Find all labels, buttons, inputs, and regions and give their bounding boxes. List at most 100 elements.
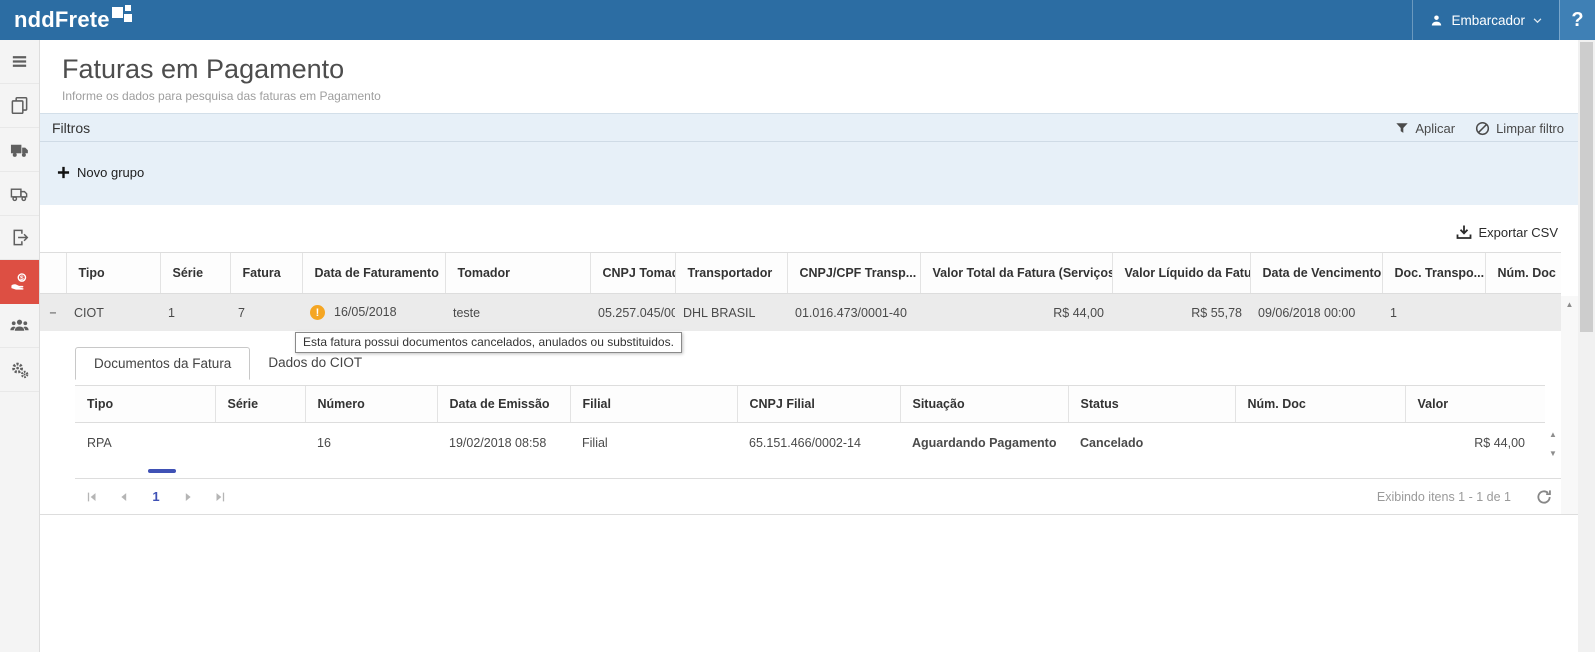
user-menu-button[interactable]: Embarcador: [1412, 0, 1559, 40]
gears-icon: [10, 360, 29, 379]
subcolumn-header-tipo[interactable]: Tipo: [75, 386, 215, 423]
subcell-situacao: Aguardando Pagamento: [900, 423, 1068, 464]
column-header-num-doc[interactable]: Núm. Doc: [1485, 253, 1561, 294]
subcolumn-header-status[interactable]: Status: [1068, 386, 1235, 423]
page-title: Faturas em Pagamento: [62, 53, 1578, 85]
column-header-valor-total[interactable]: Valor Total da Fatura (Serviços): [920, 253, 1112, 294]
plus-icon: [57, 166, 70, 179]
page-scrollbar-thumb[interactable]: [1580, 42, 1593, 332]
column-header-cnpj-cpf-transp[interactable]: CNPJ/CPF Transp...: [787, 253, 920, 294]
scroll-up-icon[interactable]: ▲: [1549, 430, 1557, 439]
cell-doc-transp: 1: [1382, 294, 1485, 332]
circle-slash-icon: [1475, 121, 1490, 136]
chevron-down-icon: [1532, 15, 1543, 26]
cell-tipo: CIOT: [66, 294, 160, 332]
svg-text:$: $: [20, 275, 24, 282]
sidebar-item-settings[interactable]: [0, 348, 39, 392]
subcell-tipo: RPA: [75, 423, 215, 464]
cell-serie: 1: [160, 294, 230, 332]
filters-panel: Filtros Aplicar Limpar filtr: [40, 113, 1578, 205]
subcolumn-header-filial[interactable]: Filial: [570, 386, 737, 423]
column-header-valor-liquido[interactable]: Valor Líquido da Fatura: [1112, 253, 1250, 294]
sidebar: $: [0, 40, 40, 652]
subgrid-horizontal-scrollbar[interactable]: [148, 469, 176, 473]
subcolumn-header-serie[interactable]: Série: [215, 386, 305, 423]
column-header-data-faturamento[interactable]: Data de Faturamento↑: [302, 253, 445, 294]
subcolumn-header-valor[interactable]: Valor: [1405, 386, 1545, 423]
help-button[interactable]: ?: [1559, 0, 1595, 40]
subcolumn-header-data-emissao[interactable]: Data de Emissão: [437, 386, 570, 423]
column-header-cnpj-tomador[interactable]: CNPJ Tomador: [590, 253, 675, 294]
sidebar-item-delivery-truck[interactable]: [0, 172, 39, 216]
cell-valor-liquido: R$ 55,78: [1112, 294, 1250, 332]
grid-vertical-scrollbar[interactable]: ▲: [1561, 296, 1578, 514]
row-detail-panel: Documentos da Fatura Dados do CIOT: [40, 331, 1578, 514]
documents-grid: Tipo Série Número Data de Emissão Filial…: [75, 385, 1561, 463]
subcell-serie: [215, 423, 305, 464]
subcolumn-header-num-doc[interactable]: Núm. Doc: [1235, 386, 1405, 423]
subgrid-vertical-scrollbar[interactable]: ▲ ▼: [1545, 425, 1561, 463]
export-csv-button[interactable]: Exportar CSV: [1456, 224, 1558, 240]
subcell-filial: Filial: [570, 423, 737, 464]
hamburger-menu-icon: [10, 52, 29, 71]
apply-filter-button[interactable]: Aplicar: [1395, 121, 1455, 136]
current-page-number[interactable]: 1: [143, 489, 169, 504]
sidebar-item-documents[interactable]: [0, 84, 39, 128]
first-page-button[interactable]: [79, 485, 105, 509]
document-row[interactable]: RPA 16 19/02/2018 08:58 Filial 65.151.46…: [75, 423, 1545, 464]
scroll-up-icon[interactable]: ▲: [1566, 300, 1574, 309]
subcolumn-header-numero[interactable]: Número: [305, 386, 437, 423]
main-content: Faturas em Pagamento Informe os dados pa…: [40, 40, 1595, 652]
column-header-transportador[interactable]: Transportador: [675, 253, 787, 294]
sidebar-item-menu[interactable]: [0, 40, 39, 84]
subcolumn-header-cnpj-filial[interactable]: CNPJ Filial: [737, 386, 900, 423]
column-header-tomador[interactable]: Tomador: [445, 253, 590, 294]
subcell-cnpj-filial: 65.151.466/0002-14: [737, 423, 900, 464]
subcell-numero: 16: [305, 423, 437, 464]
column-header-doc-transp[interactable]: Doc. Transpo...: [1382, 253, 1485, 294]
truck-icon: [10, 140, 29, 159]
cell-data-vencimento: 09/06/2018 00:00: [1250, 294, 1382, 332]
sidebar-item-users[interactable]: [0, 304, 39, 348]
collapse-row-button[interactable]: −: [40, 294, 66, 332]
last-page-button[interactable]: [207, 485, 233, 509]
subcolumn-header-situacao[interactable]: Situação: [900, 386, 1068, 423]
logo-text: nddFrete: [14, 7, 110, 33]
page-header: Faturas em Pagamento Informe os dados pa…: [40, 40, 1578, 113]
invoice-row[interactable]: − CIOT 1 7 !16/05/2018 teste 05.257.045/…: [40, 294, 1561, 332]
logo-squares-icon: [112, 5, 134, 27]
column-header-tipo[interactable]: Tipo: [66, 253, 160, 294]
column-header-data-vencimento[interactable]: Data de Vencimento: [1250, 253, 1382, 294]
export-document-icon: [10, 228, 29, 247]
next-page-button[interactable]: [175, 485, 201, 509]
warning-icon[interactable]: !: [310, 305, 325, 320]
scroll-down-icon[interactable]: ▼: [1549, 449, 1557, 458]
page-scrollbar[interactable]: [1578, 40, 1595, 652]
grid-header-row: Tipo Série Fatura Data de Faturamento↑ T…: [40, 253, 1561, 294]
column-header-serie[interactable]: Série: [160, 253, 230, 294]
warning-tooltip: Esta fatura possui documentos cancelados…: [295, 332, 682, 353]
cell-tomador: teste: [445, 294, 590, 332]
new-group-button[interactable]: Novo grupo: [57, 165, 144, 180]
clear-filter-button[interactable]: Limpar filtro: [1475, 121, 1564, 136]
column-header-fatura[interactable]: Fatura: [230, 253, 302, 294]
sidebar-item-truck[interactable]: [0, 128, 39, 172]
previous-page-button[interactable]: [111, 485, 137, 509]
sidebar-item-export[interactable]: [0, 216, 39, 260]
cell-valor-total: R$ 44,00: [920, 294, 1112, 332]
subcell-valor: R$ 44,00: [1405, 423, 1545, 464]
filters-title: Filtros: [52, 120, 90, 136]
sidebar-item-payments[interactable]: $: [0, 260, 39, 304]
topbar: nddFrete Embarcador ?: [0, 0, 1595, 40]
funnel-icon: [1395, 121, 1409, 135]
tab-documentos-da-fatura[interactable]: Documentos da Fatura: [75, 347, 250, 380]
subgrid-header-row: Tipo Série Número Data de Emissão Filial…: [75, 386, 1545, 423]
refresh-icon: [1535, 488, 1553, 506]
refresh-button[interactable]: [1535, 488, 1553, 506]
cell-num-doc: [1485, 294, 1561, 332]
download-icon: [1456, 224, 1472, 240]
app-logo: nddFrete: [0, 7, 134, 33]
pager: 1 Exibindo itens 1 - 1 de 1: [75, 478, 1561, 514]
cell-cnpj-tomador: 05.257.045/0001-60: [590, 294, 675, 332]
delivery-truck-icon: [10, 184, 29, 203]
